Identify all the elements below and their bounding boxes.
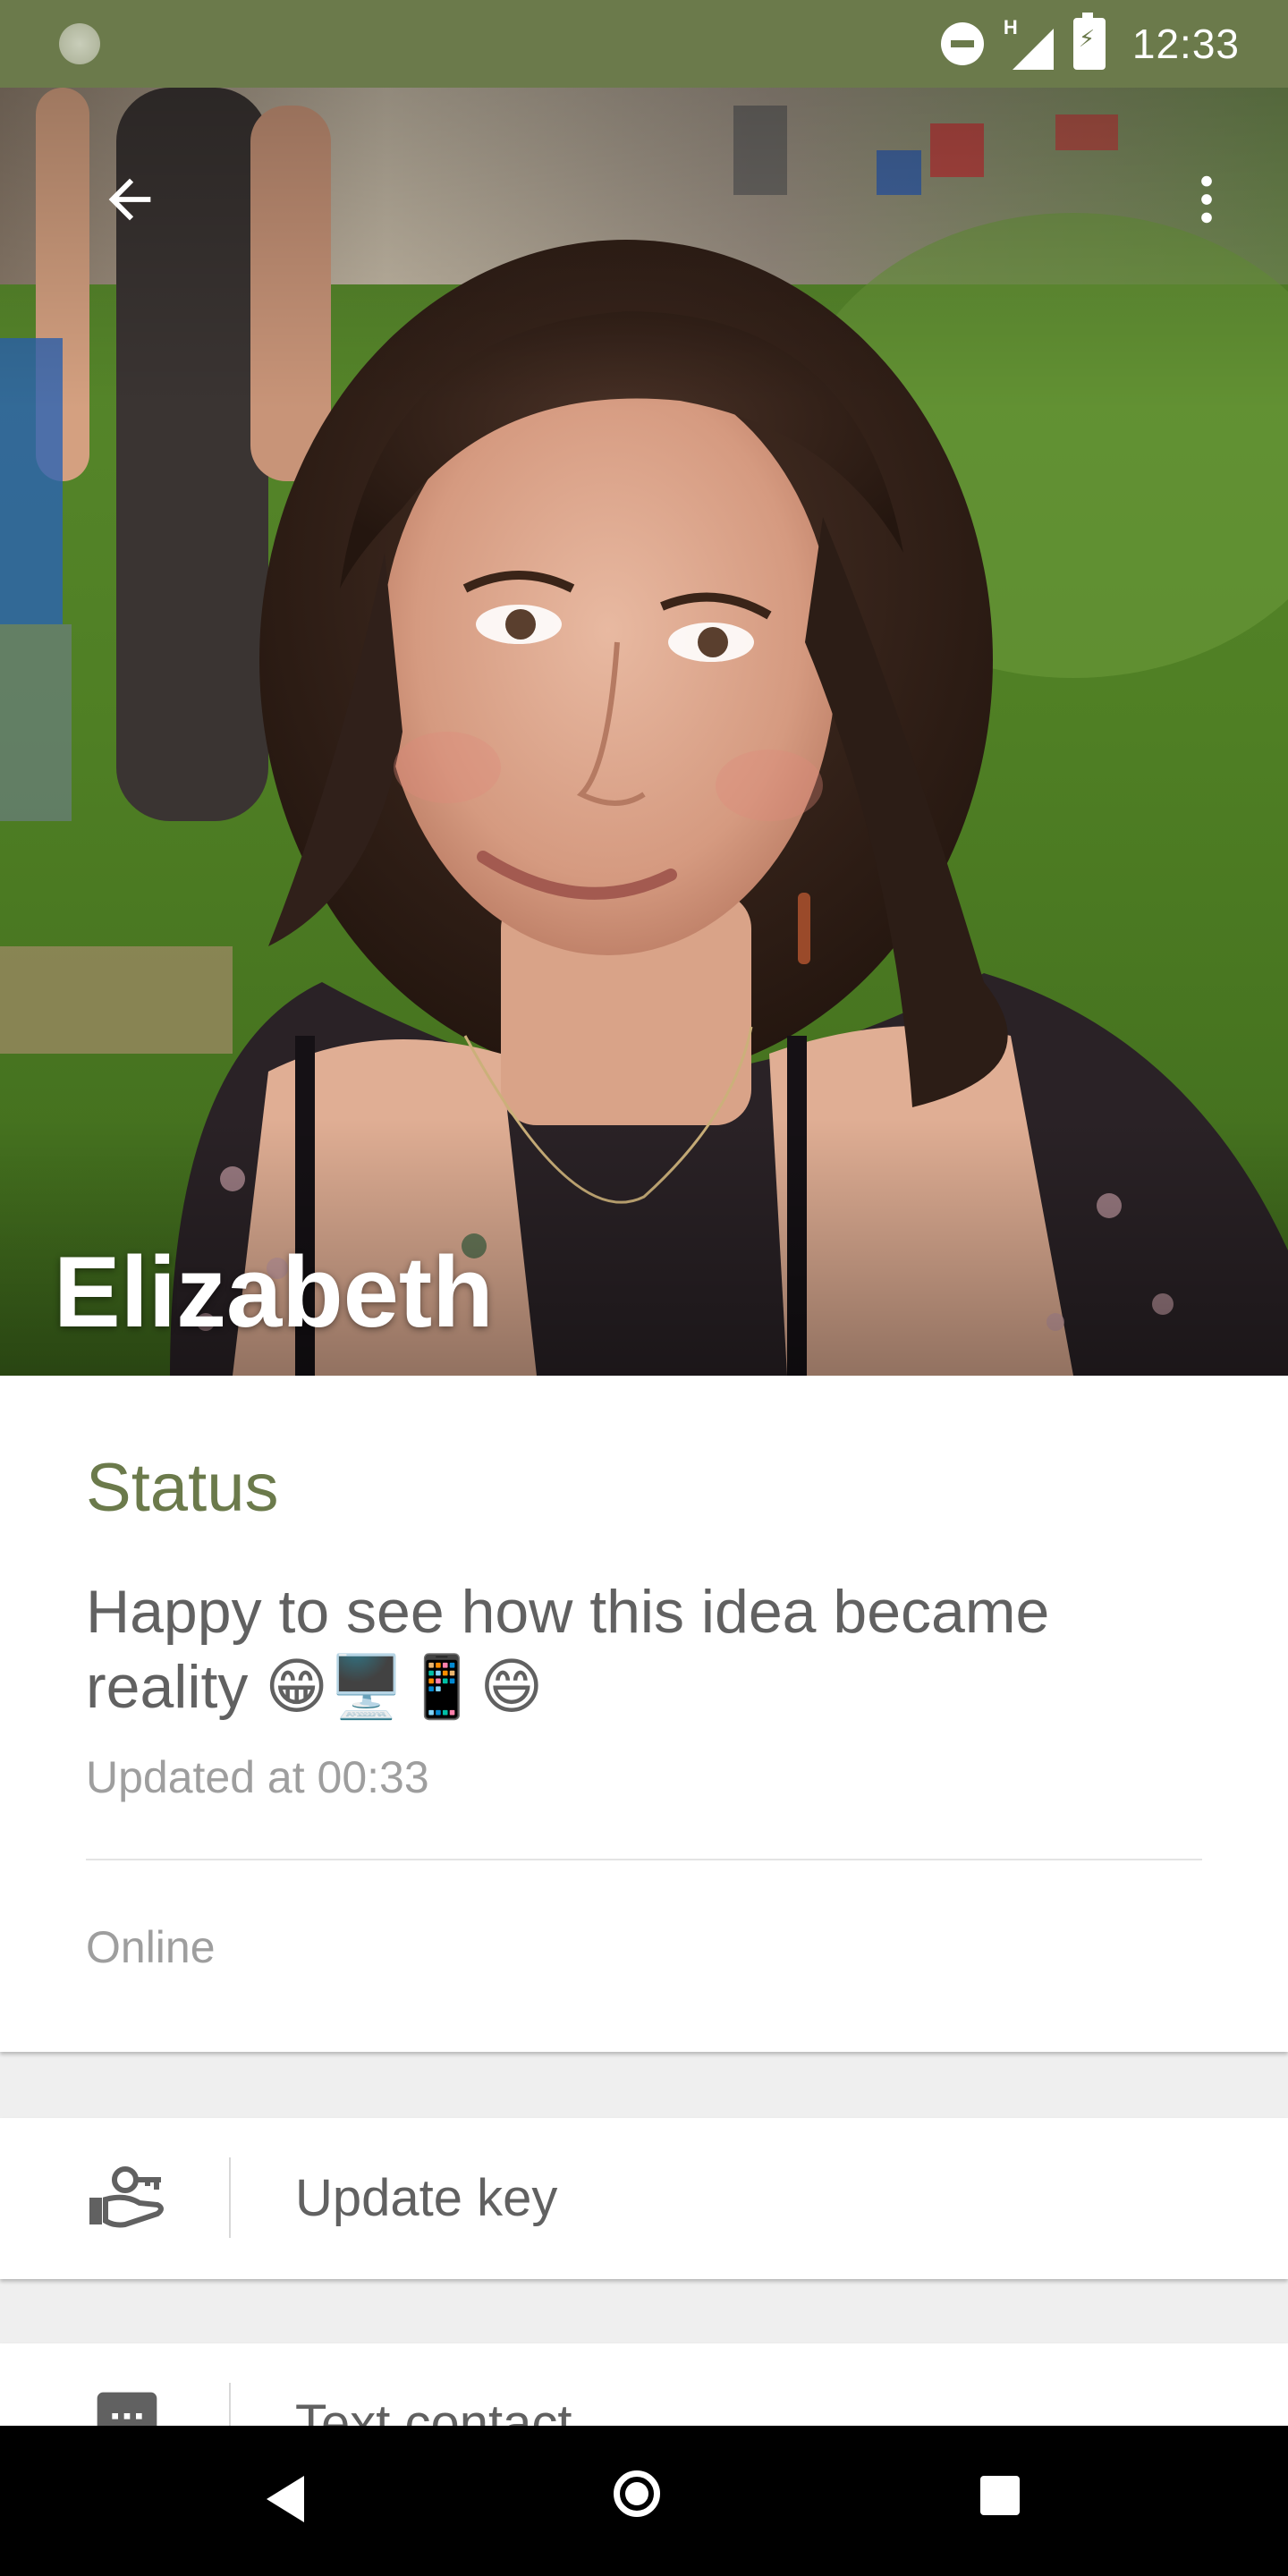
profile-photo xyxy=(0,88,1288,1376)
status-section-title: Status xyxy=(86,1450,279,1526)
status-card: Status Happy to see how this idea became… xyxy=(0,1376,1288,2052)
more-options-button[interactable] xyxy=(1166,159,1247,240)
nav-back-icon[interactable] xyxy=(267,2476,304,2522)
contact-name: Elizabeth xyxy=(54,1236,494,1348)
nav-recents-icon[interactable] xyxy=(980,2476,1020,2515)
status-bar: H 12:33 xyxy=(0,0,1288,88)
status-updated-time: Updated at 00:33 xyxy=(86,1752,429,1802)
key-in-hand-icon xyxy=(84,2154,170,2240)
more-vert-icon xyxy=(1201,175,1212,224)
back-button[interactable] xyxy=(89,159,170,240)
row-divider xyxy=(229,2157,231,2238)
status-message: Happy to see how this idea became realit… xyxy=(86,1578,1050,1721)
divider xyxy=(86,1859,1202,1860)
signal-icon: H xyxy=(1004,16,1054,70)
navigation-bar xyxy=(0,2426,1288,2576)
contact-profile-screen: H 12:33 xyxy=(0,0,1288,2576)
battery-charging-icon xyxy=(1072,13,1106,70)
status-icons: H 12:33 xyxy=(940,0,1240,88)
nav-home-icon[interactable] xyxy=(614,2470,660,2517)
presence-status: Online xyxy=(86,1922,216,1972)
do-not-disturb-icon xyxy=(940,22,984,65)
status-time: 12:33 xyxy=(1131,21,1240,67)
update-key-label: Update key xyxy=(295,2169,558,2227)
arrow-back-icon xyxy=(108,178,151,221)
update-key-row[interactable]: Update key xyxy=(0,2118,1288,2279)
loading-icon xyxy=(59,23,100,64)
